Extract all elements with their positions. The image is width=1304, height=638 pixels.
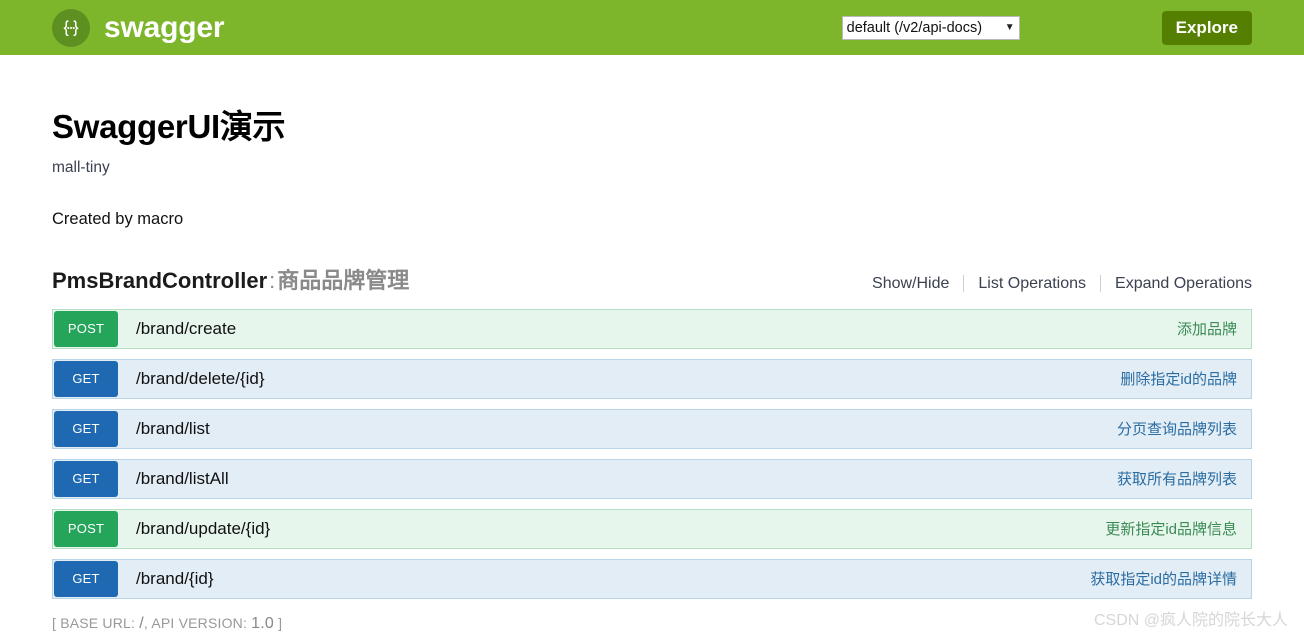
- http-method-badge: GET: [54, 561, 118, 597]
- http-method-badge: GET: [54, 461, 118, 497]
- endpoint-list: POST /brand/create 添加品牌 GET /brand/delet…: [52, 309, 1252, 599]
- endpoint-summary: 获取所有品牌列表: [1117, 468, 1251, 489]
- endpoint-row[interactable]: GET /brand/listAll 获取所有品牌列表: [52, 459, 1252, 499]
- endpoint-summary: 删除指定id的品牌: [1120, 368, 1251, 389]
- resource-name: PmsBrandController: [52, 268, 267, 293]
- http-method-badge: POST: [54, 311, 118, 347]
- csdn-watermark: CSDN @疯人院的院长大人: [1094, 606, 1288, 630]
- swagger-braces-icon: [52, 9, 90, 47]
- endpoint-summary: 更新指定id品牌信息: [1105, 518, 1251, 539]
- endpoint-row[interactable]: POST /brand/create 添加品牌: [52, 309, 1252, 349]
- endpoint-path[interactable]: /brand/delete/{id}: [136, 369, 1120, 389]
- api-version-value: 1.0: [251, 615, 274, 632]
- brand-name: swagger: [104, 13, 224, 43]
- endpoint-summary: 获取指定id的品牌详情: [1090, 568, 1251, 589]
- endpoint-row[interactable]: GET /brand/delete/{id} 删除指定id的品牌: [52, 359, 1252, 399]
- api-docs-select[interactable]: default (/v2/api-docs) ▼: [842, 16, 1020, 40]
- page-title: SwaggerUI演示: [52, 107, 1252, 147]
- endpoint-path[interactable]: /brand/listAll: [136, 469, 1117, 489]
- http-method-badge: POST: [54, 511, 118, 547]
- page-subtitle: mall-tiny: [52, 159, 1252, 177]
- list-operations-link[interactable]: List Operations: [964, 275, 1100, 293]
- footer-close-bracket: ]: [278, 615, 282, 631]
- resource-header: PmsBrandController:商品品牌管理 Show/Hide List…: [52, 263, 1252, 291]
- endpoint-path[interactable]: /brand/list: [136, 419, 1117, 439]
- api-version-label: API VERSION:: [151, 615, 247, 631]
- endpoint-path[interactable]: /brand/create: [136, 319, 1177, 339]
- header-right-controls: default (/v2/api-docs) ▼ Explore: [842, 0, 1304, 55]
- http-method-badge: GET: [54, 411, 118, 447]
- endpoint-summary: 分页查询品牌列表: [1117, 418, 1251, 439]
- resource-description: 商品品牌管理: [277, 268, 409, 293]
- explore-button[interactable]: Explore: [1162, 11, 1252, 45]
- http-method-badge: GET: [54, 361, 118, 397]
- top-header-bar: swagger default (/v2/api-docs) ▼ Explore: [0, 0, 1304, 55]
- footer-open-bracket: [: [52, 615, 56, 631]
- resource-title[interactable]: PmsBrandController:商品品牌管理: [52, 263, 409, 295]
- resource-title-separator: :: [267, 268, 277, 293]
- footer-comma: ,: [144, 615, 148, 631]
- show-hide-link[interactable]: Show/Hide: [872, 275, 963, 293]
- footer-info: [ BASE URL: /, API VERSION: 1.0 ]: [52, 615, 1252, 633]
- endpoint-summary: 添加品牌: [1177, 318, 1251, 339]
- endpoint-path[interactable]: /brand/update/{id}: [136, 519, 1105, 539]
- endpoint-row[interactable]: POST /brand/update/{id} 更新指定id品牌信息: [52, 509, 1252, 549]
- main-content: SwaggerUI演示 mall-tiny Created by macro P…: [0, 107, 1304, 633]
- swagger-brand[interactable]: swagger: [52, 9, 224, 47]
- created-by-text: Created by macro: [52, 210, 1252, 229]
- base-url-label: BASE URL:: [60, 615, 135, 631]
- api-docs-select-value: default (/v2/api-docs): [847, 20, 982, 36]
- endpoint-row[interactable]: GET /brand/list 分页查询品牌列表: [52, 409, 1252, 449]
- chevron-down-icon: ▼: [1005, 22, 1015, 33]
- operation-links: Show/Hide List Operations Expand Operati…: [872, 275, 1252, 293]
- endpoint-path[interactable]: /brand/{id}: [136, 569, 1090, 589]
- expand-operations-link[interactable]: Expand Operations: [1101, 275, 1252, 293]
- endpoint-row[interactable]: GET /brand/{id} 获取指定id的品牌详情: [52, 559, 1252, 599]
